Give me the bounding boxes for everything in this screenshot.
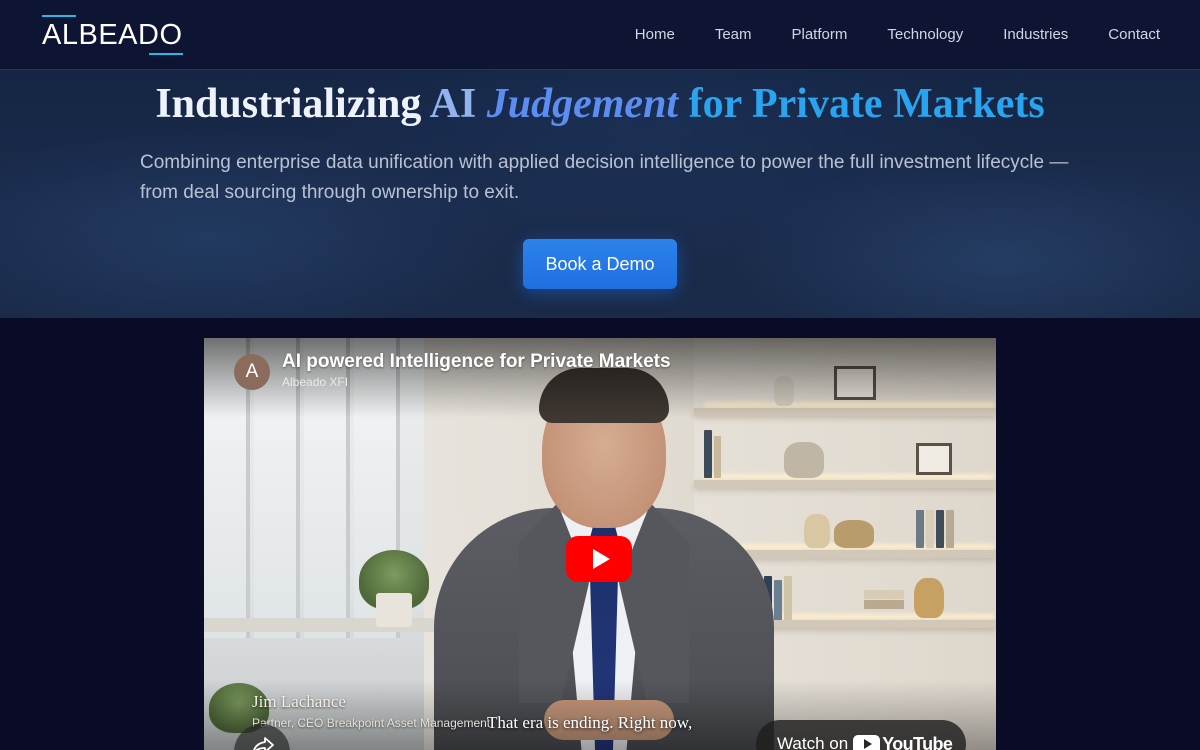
nav-link-technology[interactable]: Technology <box>867 26 983 43</box>
video-embed[interactable]: A AI powered Intelligence for Private Ma… <box>204 338 996 750</box>
hero-title-part-2: AI <box>429 81 477 127</box>
main-nav: Home Team Platform Technology Industries… <box>615 26 1160 43</box>
youtube-logo: YouTube <box>853 733 953 750</box>
speaker-name: Jim Lachance <box>252 692 346 711</box>
logo[interactable]: ALBEADO <box>42 15 183 55</box>
nav-link-industries[interactable]: Industries <box>983 26 1088 43</box>
hero-section: Industrializing AI Judgement for Private… <box>0 70 1200 318</box>
share-icon <box>253 737 274 750</box>
play-icon <box>592 549 610 569</box>
channel-name: Albeado XFI <box>282 375 349 389</box>
hero-title-part-4: for Private Markets <box>688 81 1045 127</box>
watch-on-youtube-button[interactable]: Watch on YouTube <box>756 720 966 750</box>
hero-title: Industrializing AI Judgement for Private… <box>0 82 1200 126</box>
video-caption: That era is ending. Right now, <box>487 713 693 732</box>
logo-accent-top <box>42 15 76 17</box>
watch-on-label: Watch on <box>777 734 849 750</box>
youtube-wordmark: YouTube <box>882 733 953 750</box>
play-button[interactable] <box>566 536 632 582</box>
logo-accent-bottom <box>148 53 183 55</box>
nav-link-platform[interactable]: Platform <box>772 26 868 43</box>
navbar: ALBEADO Home Team Platform Technology In… <box>0 0 1200 70</box>
hero-title-part-3: Judgement <box>486 81 679 127</box>
book-demo-button[interactable]: Book a Demo <box>523 239 677 289</box>
nav-link-home[interactable]: Home <box>615 26 695 43</box>
logo-text: ALBEADO <box>42 19 183 51</box>
video-title[interactable]: AI powered Intelligence for Private Mark… <box>282 351 671 373</box>
speaker-role: Partner, CEO Breakpoint Asset Management <box>252 716 491 730</box>
youtube-icon <box>853 734 881 750</box>
nav-link-team[interactable]: Team <box>695 26 772 43</box>
nav-link-contact[interactable]: Contact <box>1088 26 1160 43</box>
hero-title-part-1: Industrializing <box>155 81 422 127</box>
hero-subtitle: Combining enterprise data unification wi… <box>140 152 1069 203</box>
channel-avatar[interactable]: A <box>234 354 270 390</box>
